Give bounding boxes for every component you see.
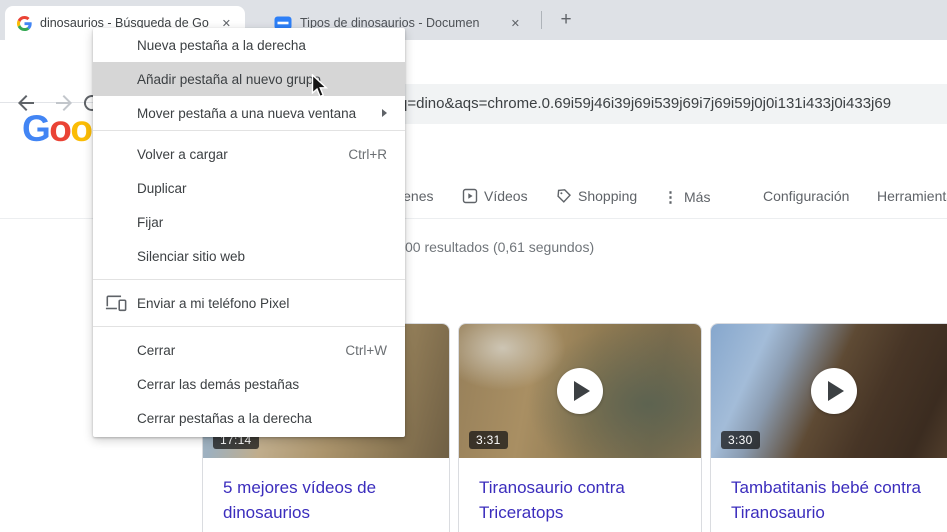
more-dots-icon: ⋮ bbox=[663, 189, 678, 206]
menu-item-nueva-pestana-derecha[interactable]: Nueva pestaña a la derecha bbox=[93, 28, 405, 62]
nav-label: Vídeos bbox=[484, 188, 528, 204]
google-g-icon bbox=[17, 15, 32, 31]
nav-mas[interactable]: ⋮ Más bbox=[663, 188, 710, 206]
menu-item-cerrar[interactable]: Cerrar Ctrl+W bbox=[93, 333, 405, 367]
nav-label: Más bbox=[684, 189, 711, 205]
video-card[interactable]: 3:30 Tambatitanis bebé contra Tiranosaur… bbox=[710, 323, 947, 532]
menu-item-cerrar-derecha[interactable]: Cerrar pestañas a la derecha bbox=[93, 401, 405, 435]
devices-icon bbox=[105, 294, 127, 312]
menu-item-cerrar-demas[interactable]: Cerrar las demás pestañas bbox=[93, 367, 405, 401]
submenu-arrow-icon bbox=[382, 109, 387, 117]
nav-herramientas[interactable]: Herramientas bbox=[877, 188, 947, 204]
menu-item-anadir-pestana-grupo[interactable]: Añadir pestaña al nuevo grupo bbox=[93, 62, 405, 96]
menu-item-enviar-telefono[interactable]: Enviar a mi teléfono Pixel bbox=[93, 280, 405, 326]
video-thumbnail[interactable]: 3:31 bbox=[459, 324, 701, 458]
logo-letter: o bbox=[70, 108, 93, 149]
new-tab-button[interactable]: + bbox=[552, 6, 580, 34]
video-duration-badge: 3:31 bbox=[469, 431, 508, 449]
videos-icon bbox=[462, 188, 478, 204]
browser-window: dinosaurios - Búsqueda de Go ✕ Tipos de … bbox=[0, 0, 947, 532]
play-icon[interactable] bbox=[810, 368, 857, 414]
play-icon[interactable] bbox=[557, 368, 603, 414]
video-thumbnail[interactable]: 3:30 bbox=[711, 324, 947, 458]
nav-label: Shopping bbox=[578, 188, 638, 204]
video-title-link[interactable]: Tiranosaurio contra Triceratops bbox=[459, 458, 701, 525]
url-text[interactable]: q=dino&aqs=chrome.0.69i59j46i39j69i539j6… bbox=[399, 95, 891, 112]
tab-separator bbox=[541, 11, 542, 29]
logo-letter: o bbox=[49, 108, 72, 149]
nav-videos[interactable]: Vídeos bbox=[462, 188, 528, 204]
menu-item-fijar[interactable]: Fijar bbox=[93, 205, 405, 239]
menu-item-mover-pestana-ventana[interactable]: Mover pestaña a una nueva ventana bbox=[93, 96, 405, 130]
video-duration-badge: 3:30 bbox=[721, 431, 760, 449]
mouse-cursor bbox=[311, 73, 330, 105]
menu-item-volver-a-cargar[interactable]: Volver a cargar Ctrl+R bbox=[93, 137, 405, 171]
nav-shopping[interactable]: Shopping bbox=[556, 188, 637, 204]
logo-letter: G bbox=[22, 108, 51, 149]
shopping-tag-icon bbox=[556, 188, 572, 204]
menu-item-duplicar[interactable]: Duplicar bbox=[93, 171, 405, 205]
tab-close-icon[interactable]: ✕ bbox=[507, 15, 524, 32]
results-stats: 00 resultados (0,61 segundos) bbox=[405, 239, 595, 255]
nav-label: Herramientas bbox=[877, 188, 947, 204]
tab-context-menu: Nueva pestaña a la derecha Añadir pestañ… bbox=[93, 28, 405, 437]
shortcut-label: Ctrl+W bbox=[345, 342, 387, 358]
video-card[interactable]: 3:31 Tiranosaurio contra Triceratops bbox=[458, 323, 702, 532]
nav-configuracion[interactable]: Configuración bbox=[763, 188, 849, 204]
video-title-link[interactable]: Tambatitanis bebé contra Tiranosaurio bbox=[711, 458, 947, 525]
video-title-link[interactable]: 5 mejores vídeos de dinosaurios bbox=[203, 458, 449, 525]
menu-item-silenciar-sitio[interactable]: Silenciar sitio web bbox=[93, 239, 405, 273]
nav-label: Configuración bbox=[763, 188, 850, 204]
shortcut-label: Ctrl+R bbox=[348, 146, 387, 162]
